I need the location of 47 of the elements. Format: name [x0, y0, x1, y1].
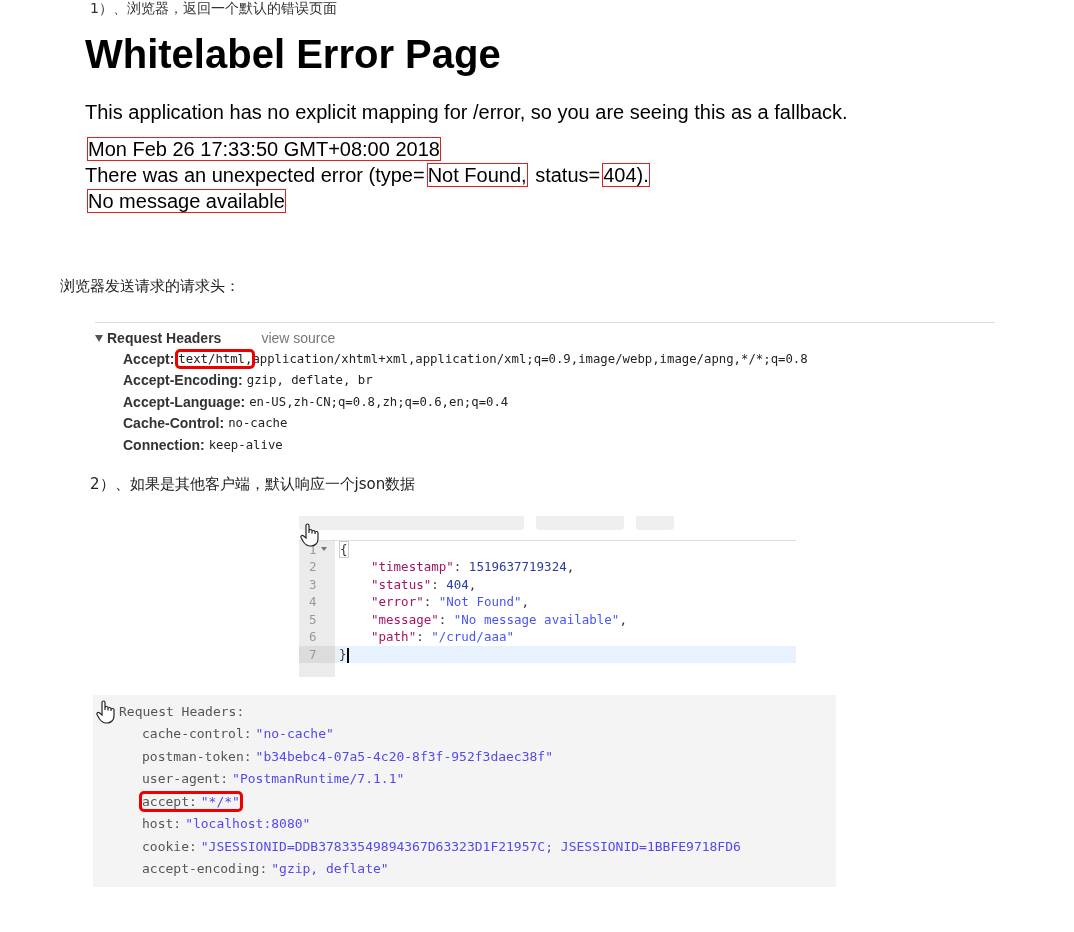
header-value: gzip, deflate, br: [246, 373, 373, 388]
caption-text: 浏览器发送请求的请求头：: [60, 276, 241, 296]
header-name: Cache-Control:: [123, 415, 225, 432]
error-page-title: Whitelabel Error Page: [85, 31, 502, 78]
intro-text: 1）、浏览器，返回一个默认的错误页面: [90, 0, 338, 16]
section-title: Request Headers:: [119, 703, 246, 721]
hand-cursor-icon: [299, 521, 321, 548]
code-line: "error": "Not Found",: [370, 593, 531, 611]
header-name: Accept:: [123, 350, 175, 367]
header-value: en-US,zh-CN;q=0.8,zh;q=0.6,en;q=0.4: [249, 394, 509, 409]
header-line: postman-token: "b34bebc4-07a5-4c20-8f3f-952f3daec38f": [142, 748, 553, 764]
section-title: Request Headers: [107, 330, 222, 346]
line-number: 7: [299, 645, 335, 663]
triangle-icon[interactable]: [95, 334, 103, 342]
highlighted-header-value: text/html,: [178, 351, 253, 366]
toolbar-button[interactable]: [299, 515, 524, 530]
highlighted-text: No message available: [88, 190, 285, 212]
code-line: "status": 404,: [370, 575, 478, 593]
caption-text: 2）、如果是其他客户端，默认响应一个json数据: [90, 473, 417, 494]
header-name: Accept-Language:: [123, 393, 246, 410]
header-line: user-agent: "PostmanRuntime/7.1.1": [142, 771, 405, 786]
highlighted-text: Mon Feb 26 17:33:50 GMT+08:00 2018: [88, 138, 440, 160]
code-line: "message": "No message available",: [370, 610, 628, 628]
line-number: 5: [308, 610, 318, 628]
header-line: cache-control: "no-cache": [142, 726, 334, 741]
header-line: cookie: "JSESSIONID=DDB37833549894367D63323D1F21957C; JSESSIONID=1BBFE9718FD6: [142, 838, 741, 854]
error-description: This application has no explicit mapping for /error, so you are seeing this as a fallback.: [85, 100, 849, 124]
line-number: 2: [308, 558, 318, 576]
highlighted-text: 404).: [603, 164, 649, 186]
code-line: "path": "/crud/aaa": [370, 628, 515, 646]
header-value: keep-alive: [208, 437, 283, 452]
highlighted-text: Not Found,: [427, 164, 527, 186]
header-name: Connection:: [123, 436, 205, 453]
line-number: 3: [308, 575, 318, 593]
header-name: Accept-Encoding:: [123, 372, 243, 389]
line-number: 4: [308, 593, 318, 611]
line-number: 6: [308, 628, 318, 646]
highlighted-header: accept: "*/*": [142, 793, 240, 809]
view-source-link[interactable]: view source: [261, 330, 336, 346]
error-text: status=: [534, 164, 601, 186]
error-text: There was an unexpected error (type=: [85, 164, 425, 186]
fold-caret-icon[interactable]: [320, 547, 327, 552]
code-line: "timestamp": 1519637719324,: [370, 558, 576, 576]
header-line: host: "localhost:8080": [142, 816, 311, 831]
header-value: application/xhtml+xml,application/xml;q=0.9,image/webp,image/apng,*/*;q=0.8: [252, 351, 808, 366]
header-value: no-cache: [228, 416, 288, 431]
header-line: accept-encoding: "gzip, deflate": [142, 861, 389, 876]
